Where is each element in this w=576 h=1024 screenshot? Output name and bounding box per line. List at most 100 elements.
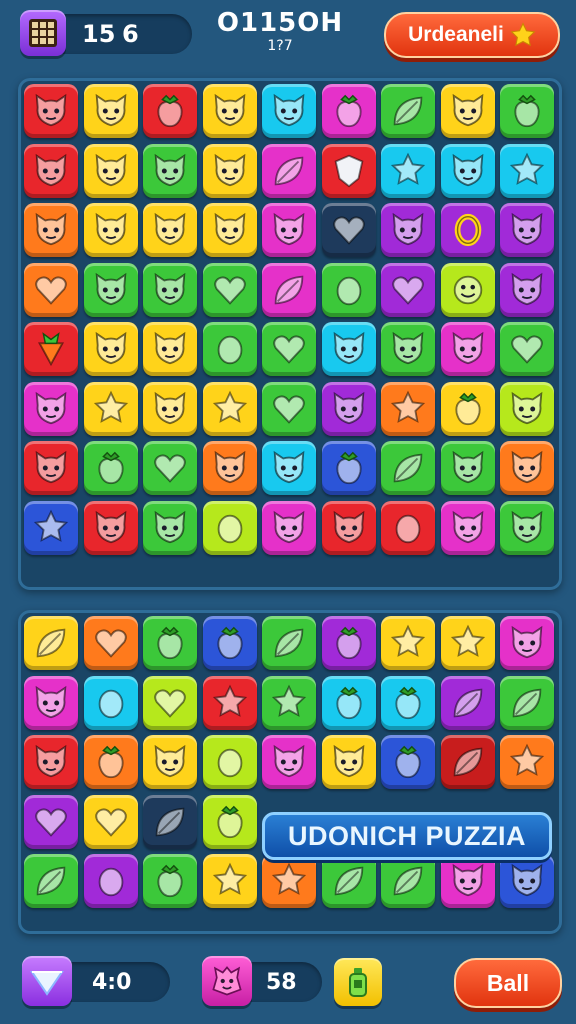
top-tile-magenta-leaf[interactable] [262,143,316,198]
top-tile-yellow-cat[interactable] [202,84,257,138]
top-tile-lime-smile[interactable] [440,262,495,317]
bottom-tile-blue-cat[interactable] [500,854,554,908]
top-tile-yellow-berry[interactable] [440,381,495,436]
top-tile-green-lemon[interactable] [202,322,257,376]
top-tile-yellow-star[interactable] [83,381,138,436]
bottom-tile-yellow-leaf[interactable] [24,616,78,670]
top-tile-green-heart[interactable] [262,381,316,436]
top-tile-purple-cat[interactable] [321,381,376,436]
bottom-tile-purple-lemon[interactable] [83,854,138,908]
top-tile-yellow-cat[interactable] [143,203,197,257]
top-tile-green-leaf[interactable] [381,441,435,495]
top-tile-yellow-cat[interactable] [83,143,138,198]
potion-button[interactable] [334,958,382,1006]
bottom-tile-orange-star[interactable] [500,735,554,789]
bottom-tile-blue-berry[interactable] [381,735,435,789]
top-tile-yellow-cat[interactable] [202,203,257,257]
bottom-tile-orange-star[interactable] [262,854,316,908]
top-tile-red-cat[interactable] [321,500,376,555]
top-tile-red-cat[interactable] [24,441,78,495]
top-tile-green-cat[interactable] [143,500,197,555]
top-tile-red-shield[interactable] [321,143,376,198]
bottom-tile-green-leaf[interactable] [262,616,316,670]
top-tile-purple-ring[interactable] [440,203,495,257]
gem-button[interactable] [22,956,72,1006]
bottom-tile-cyan-lemon[interactable] [83,675,138,730]
top-tile-blue-star[interactable] [24,500,78,555]
bottom-tile-green-leaf[interactable] [500,675,554,730]
top-tile-green-cat[interactable] [143,262,197,317]
top-tile-green-cat[interactable] [500,500,554,555]
top-tile-cyan-cat[interactable] [321,322,376,376]
bottom-tile-green-leaf[interactable] [321,854,376,908]
top-tile-green-heart[interactable] [202,262,257,317]
bottom-tile-purple-leaf[interactable] [440,675,495,730]
top-action-button[interactable]: Urdeaneli [384,12,560,58]
bottom-tile-red-star[interactable] [202,675,257,730]
top-tile-cyan-star[interactable] [500,143,554,198]
bottom-tile-magenta-cat[interactable] [24,675,78,730]
top-tile-green-heart[interactable] [143,441,197,495]
top-tile-yellow-cat[interactable] [202,143,257,198]
top-tile-green-cat[interactable] [440,441,495,495]
top-tile-green-leaf[interactable] [381,84,435,138]
bottom-tile-yellow-cat[interactable] [143,735,197,789]
top-tile-red-lemon[interactable] [381,500,435,555]
bottom-tile-cyan-berry[interactable] [381,675,435,730]
top-tile-green-berry[interactable] [83,441,138,495]
top-tile-magenta-leaf[interactable] [262,262,316,317]
bottom-tile-green-berry[interactable] [143,616,197,670]
bottom-tile-lime-heart[interactable] [143,675,197,730]
ball-button[interactable]: Ball [454,958,562,1008]
bottom-tile-red-cat[interactable] [24,735,78,789]
top-tile-lime-lemon[interactable] [202,500,257,555]
top-tile-yellow-cat[interactable] [440,84,495,138]
bottom-tile-yellow-heart[interactable] [83,794,138,849]
bottom-tile-yellow-star[interactable] [381,616,435,670]
top-tile-orange-cat[interactable] [24,203,78,257]
bottom-tile-lime-lemon[interactable] [202,735,257,789]
bottom-tile-cyan-berry[interactable] [321,675,376,730]
bottom-tile-green-leaf[interactable] [24,854,78,908]
top-tile-yellow-star[interactable] [202,381,257,436]
top-tile-green-cat[interactable] [381,322,435,376]
top-tile-green-heart[interactable] [500,322,554,376]
top-tile-purple-heart[interactable] [381,262,435,317]
top-tile-cyan-star[interactable] [381,143,435,198]
bottom-tile-green-berry[interactable] [143,854,197,908]
top-tile-red-cat[interactable] [24,143,78,198]
top-tile-purple-cat[interactable] [500,262,554,317]
bottom-tile-darkred-leaf[interactable] [440,735,495,789]
bottom-tile-orange-berry[interactable] [83,735,138,789]
top-tile-magenta-cat[interactable] [440,322,495,376]
top-tile-red-cat[interactable] [24,84,78,138]
top-tile-magenta-cat[interactable] [24,381,78,436]
top-tile-green-cat[interactable] [143,143,197,198]
top-tile-magenta-cat[interactable] [440,500,495,555]
bottom-tile-purple-berry[interactable] [321,616,376,670]
top-tile-purple-cat[interactable] [381,203,435,257]
bottom-tile-magenta-cat[interactable] [500,616,554,670]
top-tile-yellow-cat[interactable] [143,381,197,436]
bottom-tile-dark-leaf[interactable] [143,794,197,849]
bottom-tile-green-leaf[interactable] [381,854,435,908]
bottom-tile-yellow-star[interactable] [202,854,257,908]
top-tile-orange-cat[interactable] [202,441,257,495]
bottom-tile-orange-heart[interactable] [83,616,138,670]
top-tile-magenta-cat[interactable] [262,500,316,555]
top-tile-blue-berry[interactable] [321,441,376,495]
top-tile-red-carrot[interactable] [24,322,78,376]
top-tile-magenta-berry[interactable] [321,84,376,138]
top-tile-orange-star[interactable] [381,381,435,436]
top-tile-red-cat[interactable] [83,500,138,555]
top-tile-magenta-cat[interactable] [262,203,316,257]
top-tile-cyan-cat[interactable] [262,441,316,495]
top-tile-green-berry[interactable] [500,84,554,138]
top-tile-red-berry[interactable] [143,84,197,138]
bottom-tile-blue-berry[interactable] [202,616,257,670]
top-tile-green-cat[interactable] [83,262,138,317]
bottom-tile-magenta-cat[interactable] [262,735,316,789]
top-tile-orange-heart[interactable] [24,262,78,317]
top-tile-purple-cat[interactable] [500,203,554,257]
bottom-tile-lime-berry[interactable] [202,794,257,849]
